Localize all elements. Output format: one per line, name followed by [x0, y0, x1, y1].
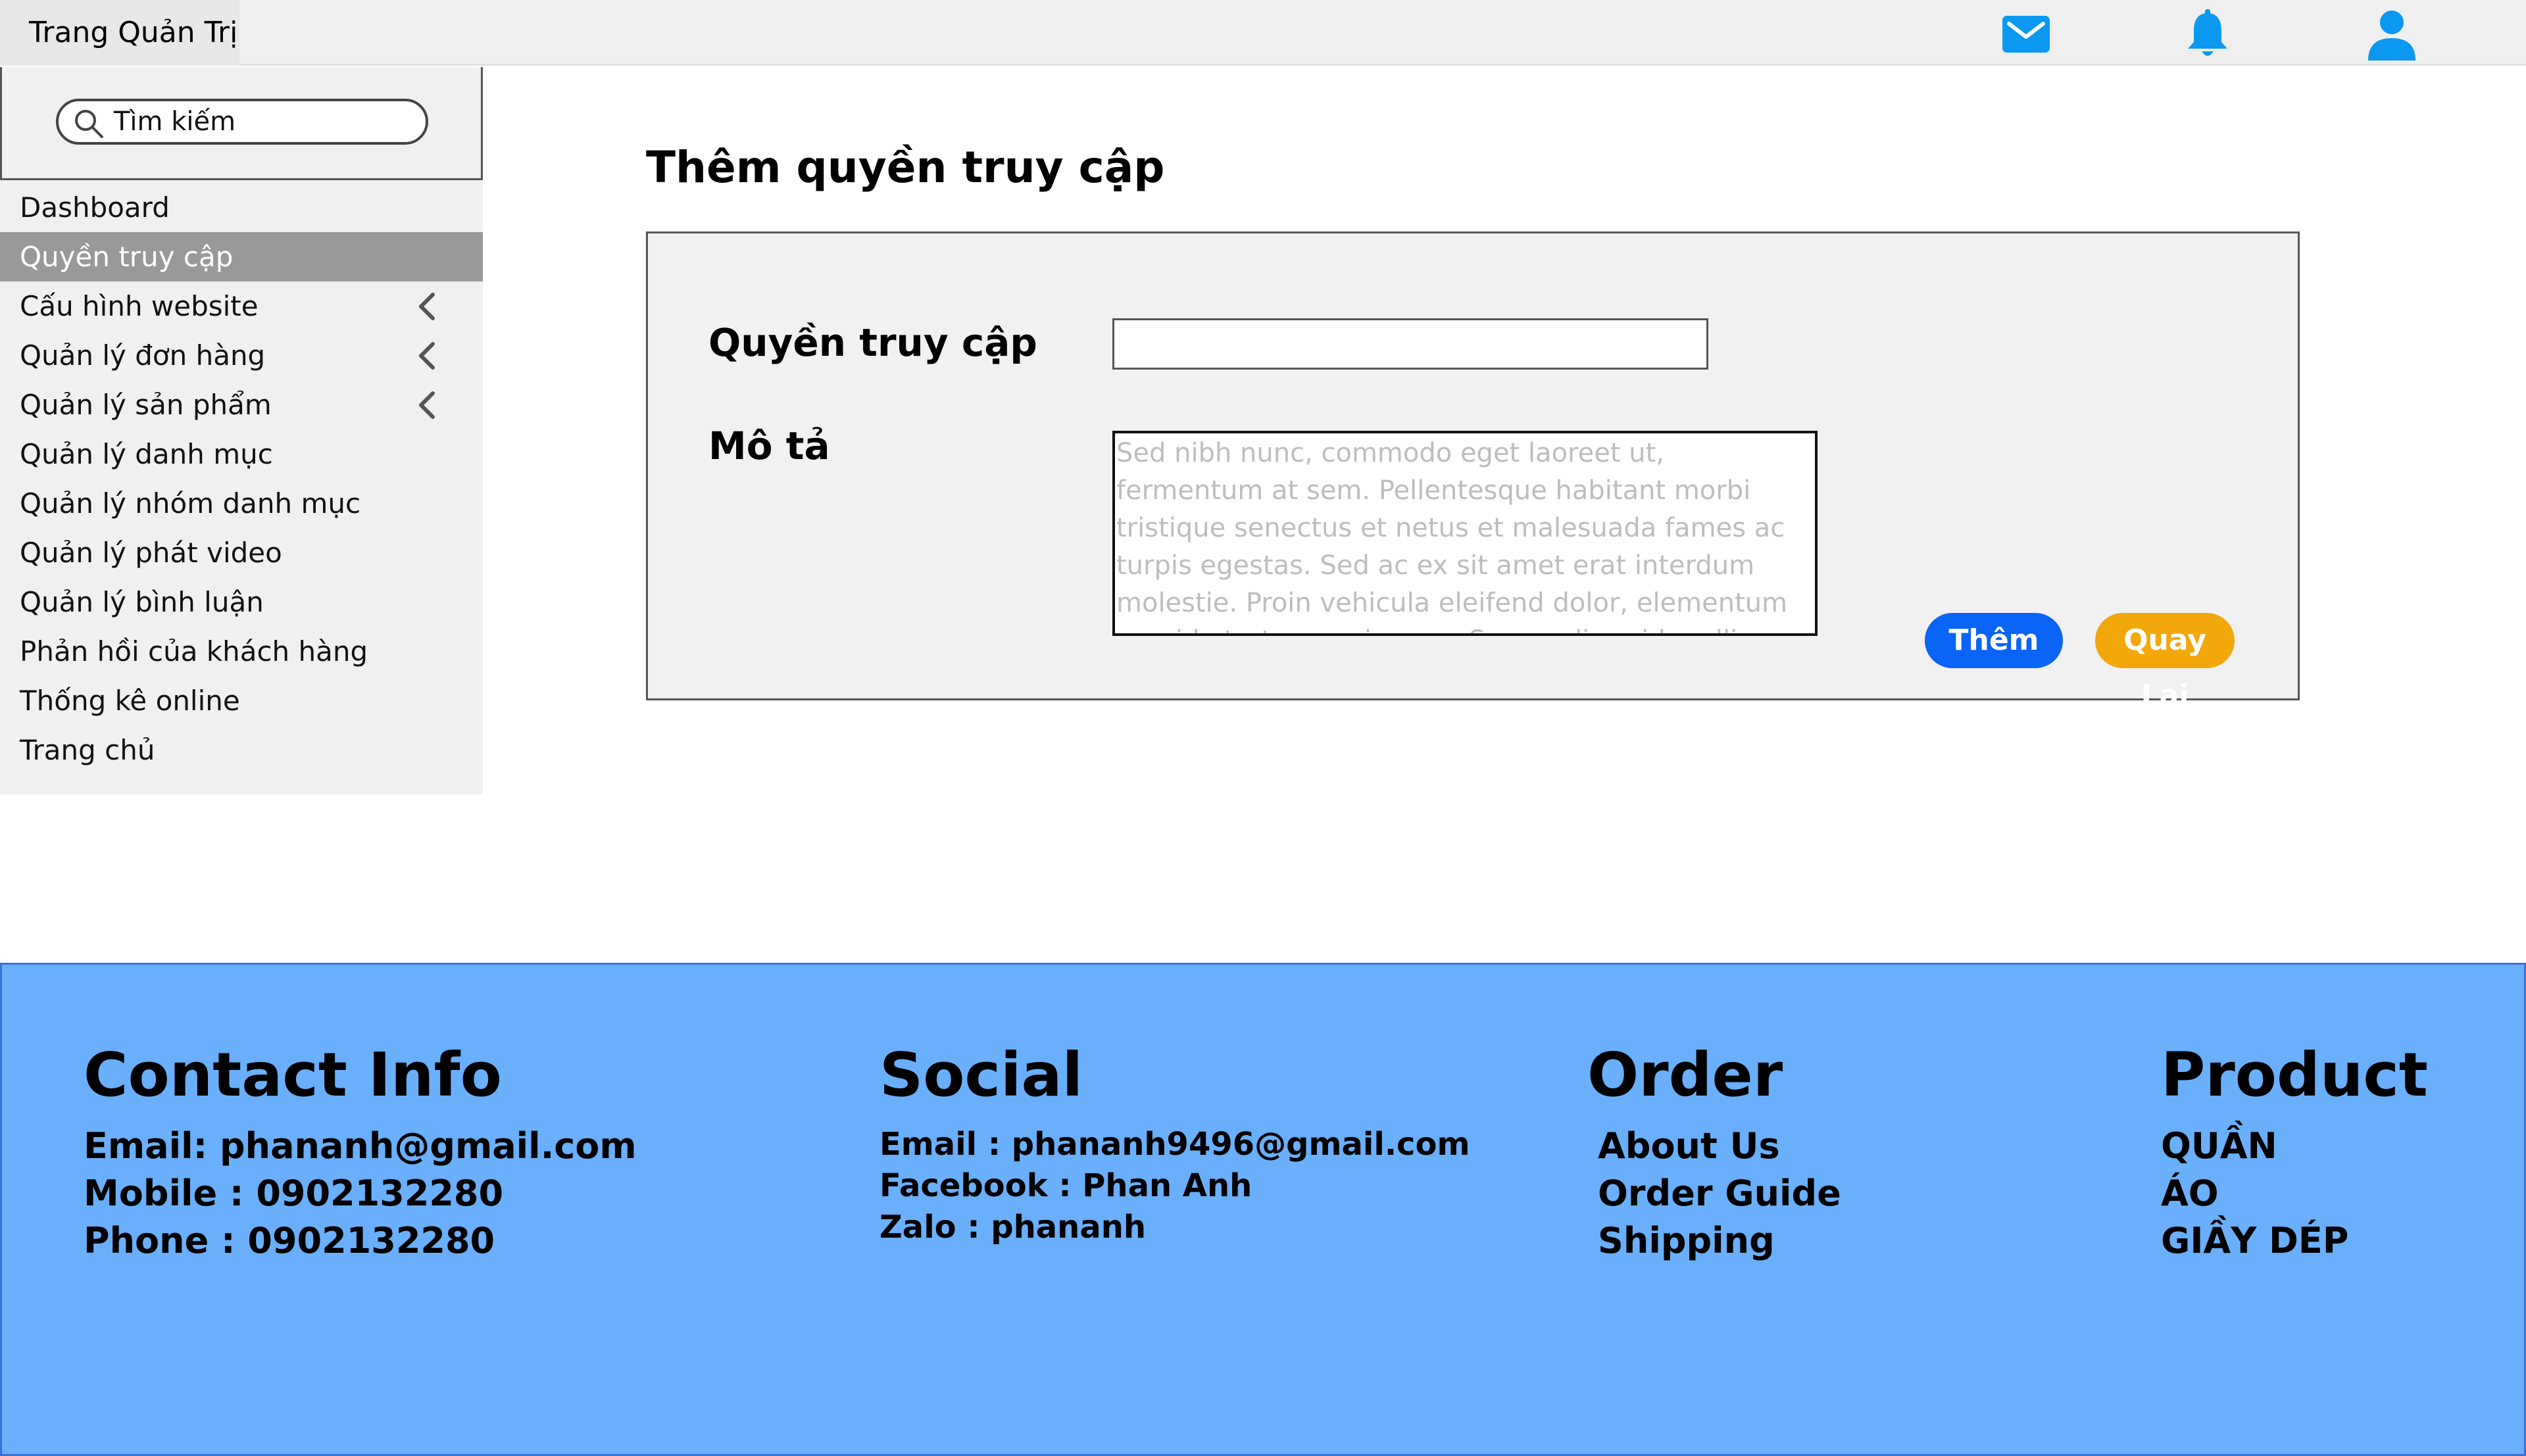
- footer-link-ao[interactable]: ÁO: [2161, 1170, 2428, 1217]
- sidebar-item[interactable]: Dashboard: [0, 183, 483, 232]
- footer-social-facebook[interactable]: Facebook : Phan Anh: [879, 1165, 1470, 1207]
- footer-link-order-guide[interactable]: Order Guide: [1598, 1170, 1841, 1217]
- footer-social-zalo[interactable]: Zalo : phananh: [879, 1207, 1470, 1248]
- sidebar-item[interactable]: Quản lý bình luận: [0, 577, 483, 627]
- sidebar-item-label: Phản hồi của khách hàng: [20, 635, 368, 667]
- footer-contact: Contact Info Email: phananh@gmail.com Mo…: [84, 1036, 637, 1265]
- footer-social-heading: Social: [879, 1040, 1083, 1110]
- description-textarea[interactable]: Sed nibh nunc, commodo eget laoreet ut, …: [1112, 431, 1818, 636]
- search-section: Tìm kiếm: [0, 67, 483, 180]
- sidebar-item-label: Quản lý đơn hàng: [20, 339, 266, 372]
- footer: Contact Info Email: phananh@gmail.com Mo…: [0, 963, 2526, 1456]
- sidebar-item[interactable]: Cấu hình website: [0, 281, 483, 331]
- footer-link-about-us[interactable]: About Us: [1598, 1123, 1841, 1170]
- add-button[interactable]: Thêm: [1925, 613, 2063, 668]
- sidebar-item-label: Quản lý nhóm danh mục: [20, 487, 361, 520]
- user-icon[interactable]: [2365, 8, 2418, 61]
- permission-label: Quyền truy cập: [708, 320, 1037, 365]
- page-title: Thêm quyền truy cập: [646, 142, 1165, 193]
- sidebar-item[interactable]: Quản lý đơn hàng: [0, 331, 483, 380]
- chevron-left-icon[interactable]: [413, 291, 442, 322]
- sidebar-item[interactable]: Trang chủ: [0, 725, 483, 775]
- footer-contact-email[interactable]: Email: phananh@gmail.com: [84, 1123, 637, 1170]
- top-bar: Trang Quản Trị: [0, 0, 2526, 66]
- description-label: Mô tả: [708, 424, 830, 468]
- sidebar-item[interactable]: Quản lý phát video: [0, 528, 483, 577]
- sidebar: Tìm kiếm Dashboard Quyền truy cập Cấu hình…: [0, 67, 483, 794]
- sidebar-item-label: Cấu hình website: [20, 290, 259, 322]
- sidebar-item-label: Quản lý phát video: [20, 537, 282, 569]
- search-placeholder: Tìm kiếm: [114, 107, 236, 137]
- permission-input[interactable]: [1112, 318, 1708, 370]
- search-input[interactable]: Tìm kiếm: [56, 99, 428, 145]
- footer-social-email[interactable]: Email : phananh9496@gmail.com: [879, 1124, 1470, 1165]
- sidebar-menu: Dashboard Quyền truy cập Cấu hình website Q…: [0, 183, 483, 775]
- footer-link-giay-dep[interactable]: GIẦY DÉP: [2161, 1217, 2428, 1265]
- sidebar-item[interactable]: Phản hồi của khách hàng: [0, 627, 483, 676]
- app-title[interactable]: Trang Quản Trị: [0, 0, 239, 66]
- sidebar-item[interactable]: Quyền truy cập: [0, 232, 483, 281]
- chevron-left-icon[interactable]: [413, 389, 442, 421]
- sidebar-item-label: Quản lý bình luận: [20, 586, 264, 618]
- sidebar-item-label: Dashboard: [20, 191, 170, 224]
- footer-order: Order About Us Order Guide Shipping: [1587, 1036, 1841, 1265]
- sidebar-item-label: Thống kê online: [20, 685, 240, 717]
- sidebar-item-label: Quyền truy cập: [20, 241, 234, 273]
- sidebar-item[interactable]: Quản lý danh mục: [0, 429, 483, 479]
- chevron-left-icon[interactable]: [413, 340, 442, 372]
- sidebar-item-label: Trang chủ: [20, 734, 155, 766]
- footer-product: Product QUẦN ÁO GIẦY DÉP: [2161, 1036, 2428, 1265]
- sidebar-item[interactable]: Quản lý sản phẩm: [0, 380, 483, 429]
- footer-social: Social Email : phananh9496@gmail.com Fac…: [879, 1036, 1470, 1248]
- footer-contact-mobile: Mobile : 0902132280: [84, 1173, 504, 1214]
- sidebar-item[interactable]: Thống kê online: [0, 676, 483, 725]
- sidebar-item[interactable]: Quản lý nhóm danh mục: [0, 479, 483, 528]
- search-icon: [73, 108, 105, 139]
- footer-product-heading: Product: [2161, 1040, 2428, 1110]
- footer-order-heading: Order: [1587, 1040, 1783, 1110]
- footer-contact-phone: Phone : 0902132280: [84, 1220, 495, 1261]
- add-permission-form: Quyền truy cập Mô tả Sed nibh nunc, comm…: [646, 231, 2300, 712]
- sidebar-item-label: Quản lý sản phẩm: [20, 389, 272, 421]
- sidebar-item-label: Quản lý danh mục: [20, 438, 273, 470]
- footer-contact-heading: Contact Info: [84, 1040, 502, 1110]
- back-button[interactable]: Quay Lại: [2095, 613, 2235, 712]
- bell-icon[interactable]: [2181, 8, 2234, 61]
- footer-link-shipping[interactable]: Shipping: [1598, 1217, 1841, 1265]
- footer-link-quan[interactable]: QUẦN: [2161, 1123, 2428, 1170]
- mail-icon[interactable]: [2000, 8, 2052, 61]
